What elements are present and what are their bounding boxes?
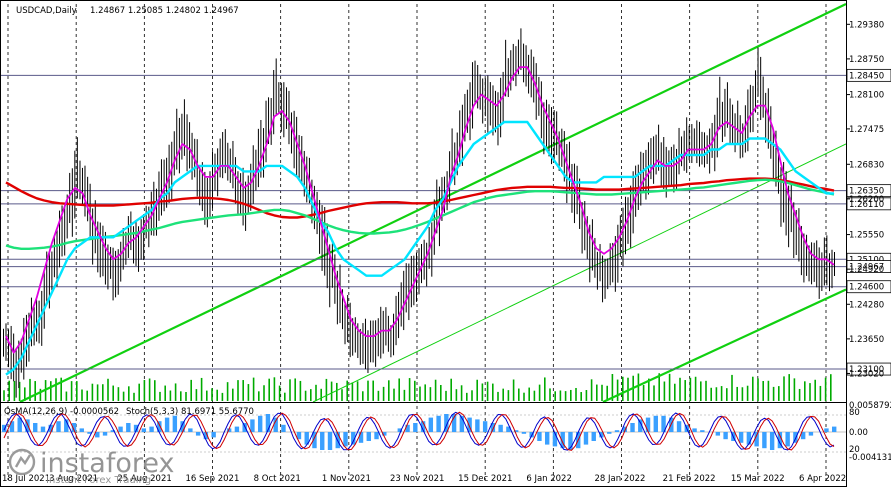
- x-tick-label: 21 Feb 2022: [663, 474, 716, 484]
- osma-bar: [723, 432, 728, 440]
- x-tick-label: 16 Sep 2021: [186, 474, 240, 484]
- x-tick-label: 23 Nov 2021: [390, 474, 444, 484]
- y-tick-label: 1.29380: [849, 20, 884, 30]
- x-tick-label: 15 Dec 2021: [458, 474, 512, 484]
- osma-bar: [785, 432, 790, 447]
- osma-bar: [583, 432, 589, 445]
- osma-bar: [614, 430, 620, 432]
- y-tick-label: 1.23650: [849, 335, 884, 345]
- osma-bar: [607, 432, 612, 434]
- osma-bar: [250, 419, 255, 432]
- osma-bar: [645, 417, 651, 432]
- osma-bar: [327, 432, 333, 450]
- osma-bar: [211, 432, 216, 438]
- osma-bar: [475, 419, 480, 432]
- y-tick-label: 1.27475: [849, 125, 884, 135]
- osma-bar: [832, 426, 837, 432]
- y-tick-label: 1.23020: [849, 369, 884, 379]
- y-tick-label: 1.28100: [849, 91, 884, 101]
- subwindow-tick-label: -0.004131: [849, 453, 891, 463]
- x-tick-label: 15 Mar 2022: [731, 474, 785, 484]
- osma-bar: [715, 432, 721, 436]
- x-tick-label: 28 Jan 2022: [595, 474, 646, 484]
- osma-bar: [141, 428, 147, 432]
- osma-bar: [56, 421, 61, 432]
- osma-bar: [498, 424, 503, 432]
- osma-bar: [630, 423, 635, 432]
- osma-bar: [164, 417, 170, 432]
- ohlc-readout: 1.24867 1.25085 1.24802 1.24967: [90, 6, 239, 16]
- osma-bar: [281, 424, 286, 432]
- subwindow-tick-label: 80: [849, 408, 860, 418]
- osma-bar: [692, 428, 697, 432]
- y-tick-label: 1.26830: [849, 160, 884, 170]
- y-tick-label: 1.24280: [849, 300, 884, 310]
- stoch-readout: Stoch(5,3,3) 81.6971 55.6770: [126, 407, 254, 417]
- osma-bar: [746, 432, 752, 445]
- x-tick-label: 6 Apr 2022: [799, 474, 846, 484]
- osma-bar: [40, 426, 46, 432]
- symbol-label: USDCAD,Daily: [16, 6, 77, 16]
- osma-bar: [102, 432, 108, 436]
- osma-bar: [482, 421, 488, 432]
- osma-bar: [374, 432, 379, 440]
- x-tick-label: 1 Nov 2021: [322, 474, 371, 484]
- osma-bar: [824, 428, 829, 432]
- osma-bar: [738, 432, 744, 443]
- price-chart: 1.284501.263501.261101.251001.249671.246…: [0, 0, 891, 487]
- osma-bar: [521, 432, 527, 434]
- osma-bar: [118, 426, 123, 432]
- osma-bar: [343, 432, 348, 447]
- osma-bar: [126, 423, 131, 432]
- level-label: 1.24600: [849, 283, 884, 293]
- osma-bar: [653, 415, 658, 432]
- osma-bar: [149, 426, 154, 432]
- osma-bar: [762, 432, 767, 449]
- osma-bar: [172, 415, 178, 432]
- osma-bar: [591, 432, 596, 441]
- y-tick-label: 1.25550: [849, 231, 884, 241]
- y-tick-label: 1.28750: [849, 55, 884, 65]
- osma-bar: [808, 432, 814, 436]
- y-tick-label: 1.26200: [849, 195, 884, 205]
- osma-bar: [188, 428, 193, 432]
- osma-bar: [436, 415, 441, 432]
- level-label: 1.28450: [849, 71, 884, 81]
- osma-bar: [79, 428, 84, 432]
- watermark-tagline: Instant Forex Trading: [46, 475, 151, 486]
- osma-bar: [413, 423, 418, 432]
- osma-readout: OsMA(12,26,9) -0.0000562: [4, 407, 119, 417]
- osma-bar: [428, 417, 434, 432]
- osma-bar: [366, 432, 371, 441]
- osma-bar: [33, 423, 38, 432]
- osma-bar: [676, 421, 682, 432]
- x-tick-label: 8 Oct 2021: [254, 474, 301, 484]
- osma-bar: [537, 432, 542, 441]
- osma-bar: [544, 432, 550, 445]
- x-tick-label: 6 Jan 2022: [526, 474, 572, 484]
- osma-bar: [242, 423, 247, 432]
- osma-bar: [358, 432, 364, 443]
- osma-bar: [700, 430, 705, 432]
- osma-bar: [195, 432, 201, 436]
- osma-bar: [769, 432, 775, 450]
- subwindow-tick-label: 0.00: [849, 428, 868, 438]
- osma-bar: [257, 415, 263, 432]
- osma-bar: [234, 426, 240, 432]
- osma-bar: [320, 432, 325, 450]
- y-tick-label: 1.24920: [849, 265, 884, 275]
